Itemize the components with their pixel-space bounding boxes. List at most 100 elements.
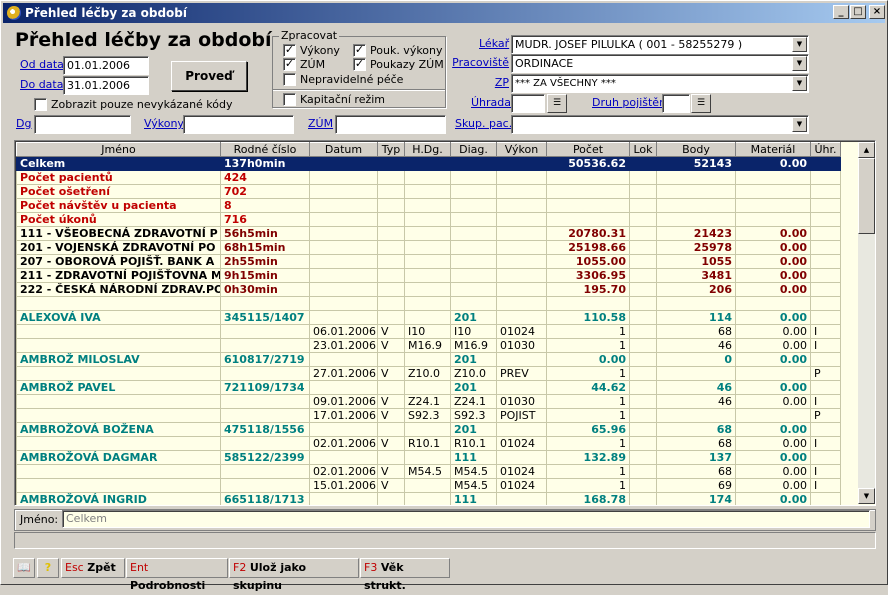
column-header[interactable]: Typ [377, 142, 405, 157]
esc-zpet-button[interactable]: Esc Zpět [61, 558, 125, 578]
lekar-combo[interactable]: MUDR. JOSEF PILULKA ( 001 - 58255279 ) ▼ [511, 35, 809, 54]
only-unbilled-checkbox[interactable] [34, 98, 47, 111]
vykony-filter-input[interactable] [183, 115, 294, 134]
table-row[interactable]: 207 - OBOROVÁ POJIŠŤ. BANK A 2h55min 1055.… [16, 254, 841, 269]
chevron-down-icon[interactable]: ▼ [792, 56, 807, 71]
column-header[interactable]: Datum [309, 142, 378, 157]
column-header[interactable]: Lok [629, 142, 657, 157]
column-header[interactable]: Jméno [16, 142, 221, 157]
table-cell: P [810, 408, 841, 423]
table-cell: M54.5 [450, 478, 497, 493]
table-cell: 585122/2399 [220, 450, 310, 465]
table-row[interactable]: 02.01.2006 V M54.5 M54.5 01024 1 68 0.00 I [16, 464, 841, 479]
help-icon[interactable]: ? [37, 558, 59, 578]
close-button[interactable]: × [869, 5, 885, 19]
table-cell [735, 198, 811, 213]
zum-checkbox[interactable]: ✓ [283, 58, 296, 71]
table-row[interactable]: Počet pacientů 424 [16, 170, 841, 185]
table-row[interactable]: AMBROŽOVÁ BOŽENA 475118/1556 201 65.96 68 0.0… [16, 422, 841, 437]
table-row[interactable]: AMBROŽ MILOSLAV 610817/2719 201 0.00 0 0.00 [16, 352, 841, 367]
table-cell [220, 436, 310, 451]
data-grid[interactable]: Jméno Rodné číslo Datum Typ H.Dg. Diag. Výkon P… [14, 140, 876, 506]
chevron-down-icon[interactable]: ▼ [792, 117, 807, 132]
table-cell: 201 - VOJENSKÁ ZDRAVOTNÍ PO [16, 240, 221, 255]
jmeno-field[interactable]: Celkem [62, 510, 870, 528]
table-row[interactable]: 111 - VŠEOBECNÁ ZDRAVOTNÍ P 56h5min 20780.… [16, 226, 841, 241]
table-row[interactable]: 23.01.2006 V M16.9 M16.9 01030 1 46 0.00 I [16, 338, 841, 353]
column-header[interactable]: Diag. [450, 142, 497, 157]
scroll-up-icon[interactable]: ▲ [858, 142, 875, 158]
vertical-scrollbar[interactable]: ▲ ▼ [858, 142, 875, 504]
proved-button[interactable]: Proveď [171, 61, 247, 91]
table-cell [629, 324, 657, 339]
column-header[interactable]: Body [656, 142, 736, 157]
table-row[interactable]: 09.01.2006 V Z24.1 Z24.1 01030 1 46 0.00 I [16, 394, 841, 409]
table-row[interactable]: 17.01.2006 V S92.3 S92.3 POJIST 1 P [16, 408, 841, 423]
maximize-button[interactable]: □ [850, 5, 866, 19]
table-row[interactable]: 222 - ČESKÁ NÁRODNÍ ZDRAV.PO 0h30min 195.7… [16, 282, 841, 297]
table-cell [496, 198, 547, 213]
table-row[interactable]: Počet úkonů 716 [16, 212, 841, 227]
table-cell [629, 212, 657, 227]
table-cell: 69 [656, 478, 736, 493]
column-header[interactable]: Materiál [735, 142, 811, 157]
table-cell [309, 492, 378, 505]
table-row[interactable]: Počet návštěv u pacienta 8 [16, 198, 841, 213]
chevron-down-icon[interactable]: ▼ [792, 76, 807, 91]
uhrada-input[interactable] [511, 94, 545, 113]
table-row[interactable]: ALEXOVÁ IVA 345115/1407 201 110.58 114 0.00 [16, 310, 841, 325]
book-icon[interactable]: 📖 [13, 558, 35, 578]
table-row[interactable]: 06.01.2006 V I10 I10 01024 1 68 0.00 I [16, 324, 841, 339]
minimize-button[interactable]: _ [833, 5, 849, 19]
kapitacni-checkbox[interactable] [283, 93, 296, 106]
column-header[interactable]: Výkon [496, 142, 547, 157]
table-row[interactable]: 211 - ZDRAVOTNÍ POJIŠŤOVNA M 9h15min 3306.… [16, 268, 841, 283]
table-row[interactable]: AMBROŽ PAVEL 721109/1734 201 44.62 46 0.00 [16, 380, 841, 395]
table-cell: 702 [220, 184, 310, 199]
table-row[interactable]: Celkem 137h0min 50536.62 52143 0.00 [16, 156, 841, 171]
uhrada-list-icon[interactable]: ☰ [547, 94, 567, 113]
table-cell: 424 [220, 170, 310, 185]
table-row[interactable] [16, 296, 841, 311]
pracoviste-combo[interactable]: ORDINACE ▼ [511, 54, 809, 73]
table-cell: 01024 [496, 464, 547, 479]
do-data-input[interactable]: 31.01.2006 [63, 76, 149, 95]
poukazy-zum-checkbox[interactable]: ✓ [353, 58, 366, 71]
druh-pojisteni-input[interactable] [662, 94, 690, 113]
zp-combo[interactable]: *** ZA VŠECHNY *** ▼ [511, 74, 809, 93]
nepravidelne-checkbox[interactable] [283, 73, 296, 86]
table-row[interactable]: Počet ošetření 702 [16, 184, 841, 199]
table-row[interactable]: 27.01.2006 V Z10.0 Z10.0 PREV 1 P [16, 366, 841, 381]
dg-input[interactable] [34, 115, 131, 134]
table-row[interactable]: 02.01.2006 V R10.1 R10.1 01024 1 68 0.00 I [16, 436, 841, 451]
druh-list-icon[interactable]: ☰ [691, 94, 711, 113]
table-cell [404, 478, 451, 493]
table-cell: 02.01.2006 [309, 464, 378, 479]
lekar-label: Lékař [479, 37, 510, 50]
column-header[interactable]: Počet [546, 142, 630, 157]
od-data-input[interactable]: 01.01.2006 [63, 56, 149, 75]
ent-podrobnosti-button[interactable]: Ent Podrobnosti [126, 558, 228, 592]
zum-filter-input[interactable] [335, 115, 446, 134]
table-row[interactable]: AMBROŽOVÁ DAGMAR 585122/2399 111 132.89 137 0… [16, 450, 841, 465]
scroll-down-icon[interactable]: ▼ [858, 488, 875, 504]
chevron-down-icon[interactable]: ▼ [792, 37, 807, 52]
column-header[interactable]: Rodné číslo [220, 142, 310, 157]
skup-pac-combo[interactable]: ▼ [511, 115, 809, 134]
table-cell [404, 422, 451, 437]
table-cell [546, 212, 630, 227]
vykony-checkbox[interactable]: ✓ [283, 44, 296, 57]
f3-vek-button[interactable]: F3 Věk strukt. [360, 558, 450, 592]
table-row[interactable]: AMBROŽOVÁ INGRID 665118/1713 111 168.78 174 0… [16, 492, 841, 505]
f2-uloz-button[interactable]: F2 Ulož jako skupinu [229, 558, 359, 592]
column-header[interactable]: H.Dg. [404, 142, 451, 157]
pouk-vykony-checkbox[interactable]: ✓ [353, 44, 366, 57]
table-cell [404, 268, 451, 283]
scroll-thumb[interactable] [858, 158, 875, 234]
column-header[interactable]: Úhr. [810, 142, 841, 157]
table-cell: 137h0min [220, 156, 310, 171]
table-row[interactable]: 201 - VOJENSKÁ ZDRAVOTNÍ PO 68h15min 25198… [16, 240, 841, 255]
table-cell [629, 240, 657, 255]
table-row[interactable]: 15.01.2006 V M54.5 01024 1 69 0.00 I [16, 478, 841, 493]
table-cell: 68 [656, 436, 736, 451]
